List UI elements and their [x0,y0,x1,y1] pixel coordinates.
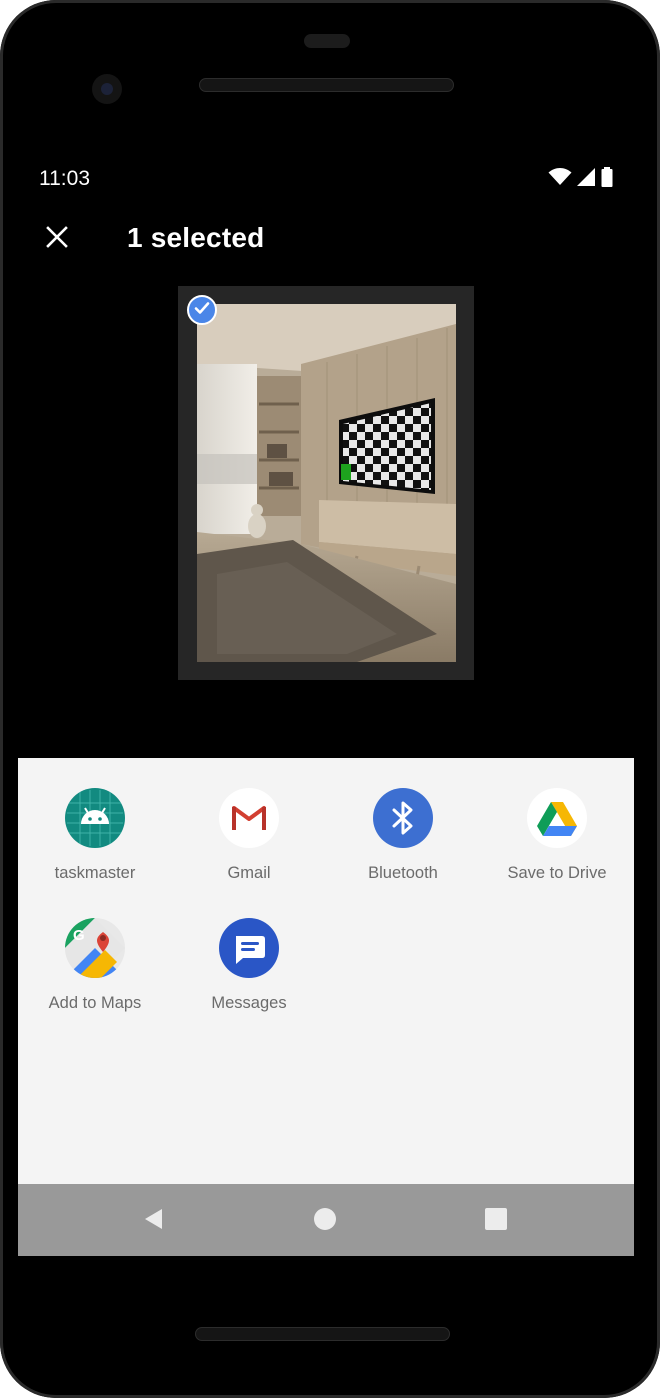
navigation-bar [18,1184,634,1256]
google-drive-icon [527,788,587,848]
earpiece-speaker [199,78,454,92]
battery-icon [600,167,614,187]
bluetooth-icon [373,788,433,848]
selected-check-badge[interactable] [187,295,217,325]
share-target-label: Add to Maps [48,994,142,1012]
svg-text:G: G [73,927,85,944]
share-target-save-to-drive[interactable]: Save to Drive [482,758,632,882]
status-icons [548,167,614,187]
share-target-label: Messages [211,994,287,1012]
share-target-gmail[interactable]: Gmail [174,758,324,882]
front-camera [92,74,122,104]
recents-icon [484,1207,508,1236]
home-button[interactable] [308,1204,342,1238]
close-button[interactable] [40,222,74,256]
selection-title: 1 selected [127,222,265,253]
share-target-label: Bluetooth [368,864,438,882]
gmail-icon [219,788,279,848]
home-icon [313,1207,337,1236]
wifi-icon [548,168,572,186]
back-button[interactable] [137,1204,171,1238]
share-target-add-to-maps[interactable]: G Add to Maps [20,888,170,1012]
share-target-bluetooth[interactable]: Bluetooth [328,758,478,882]
room-photo [197,304,456,662]
close-icon [46,225,68,253]
share-target-label: Save to Drive [507,864,607,882]
share-target-label: Gmail [227,864,271,882]
back-icon [142,1207,166,1236]
top-slot [304,34,350,48]
recents-button[interactable] [479,1204,513,1238]
bottom-speaker [195,1327,450,1341]
share-target-messages[interactable]: Messages [174,888,324,1012]
share-sheet: taskmaster Gmail Bluetooth Save to Drive… [18,758,634,1184]
messages-icon [219,918,279,978]
android-app-icon [65,788,125,848]
share-target-taskmaster[interactable]: taskmaster [20,758,170,882]
checkmark-icon [194,301,210,320]
google-maps-icon: G [65,918,125,978]
selected-image-thumbnail[interactable] [178,286,474,680]
phone-frame: 11:03 1 selected taskmaster Gmail Blueto… [0,0,660,1398]
screen: 11:03 1 selected taskmaster Gmail Blueto… [18,150,634,1256]
status-time: 11:03 [39,167,90,190]
cellular-signal-icon [576,168,596,186]
share-target-label: taskmaster [54,864,136,882]
